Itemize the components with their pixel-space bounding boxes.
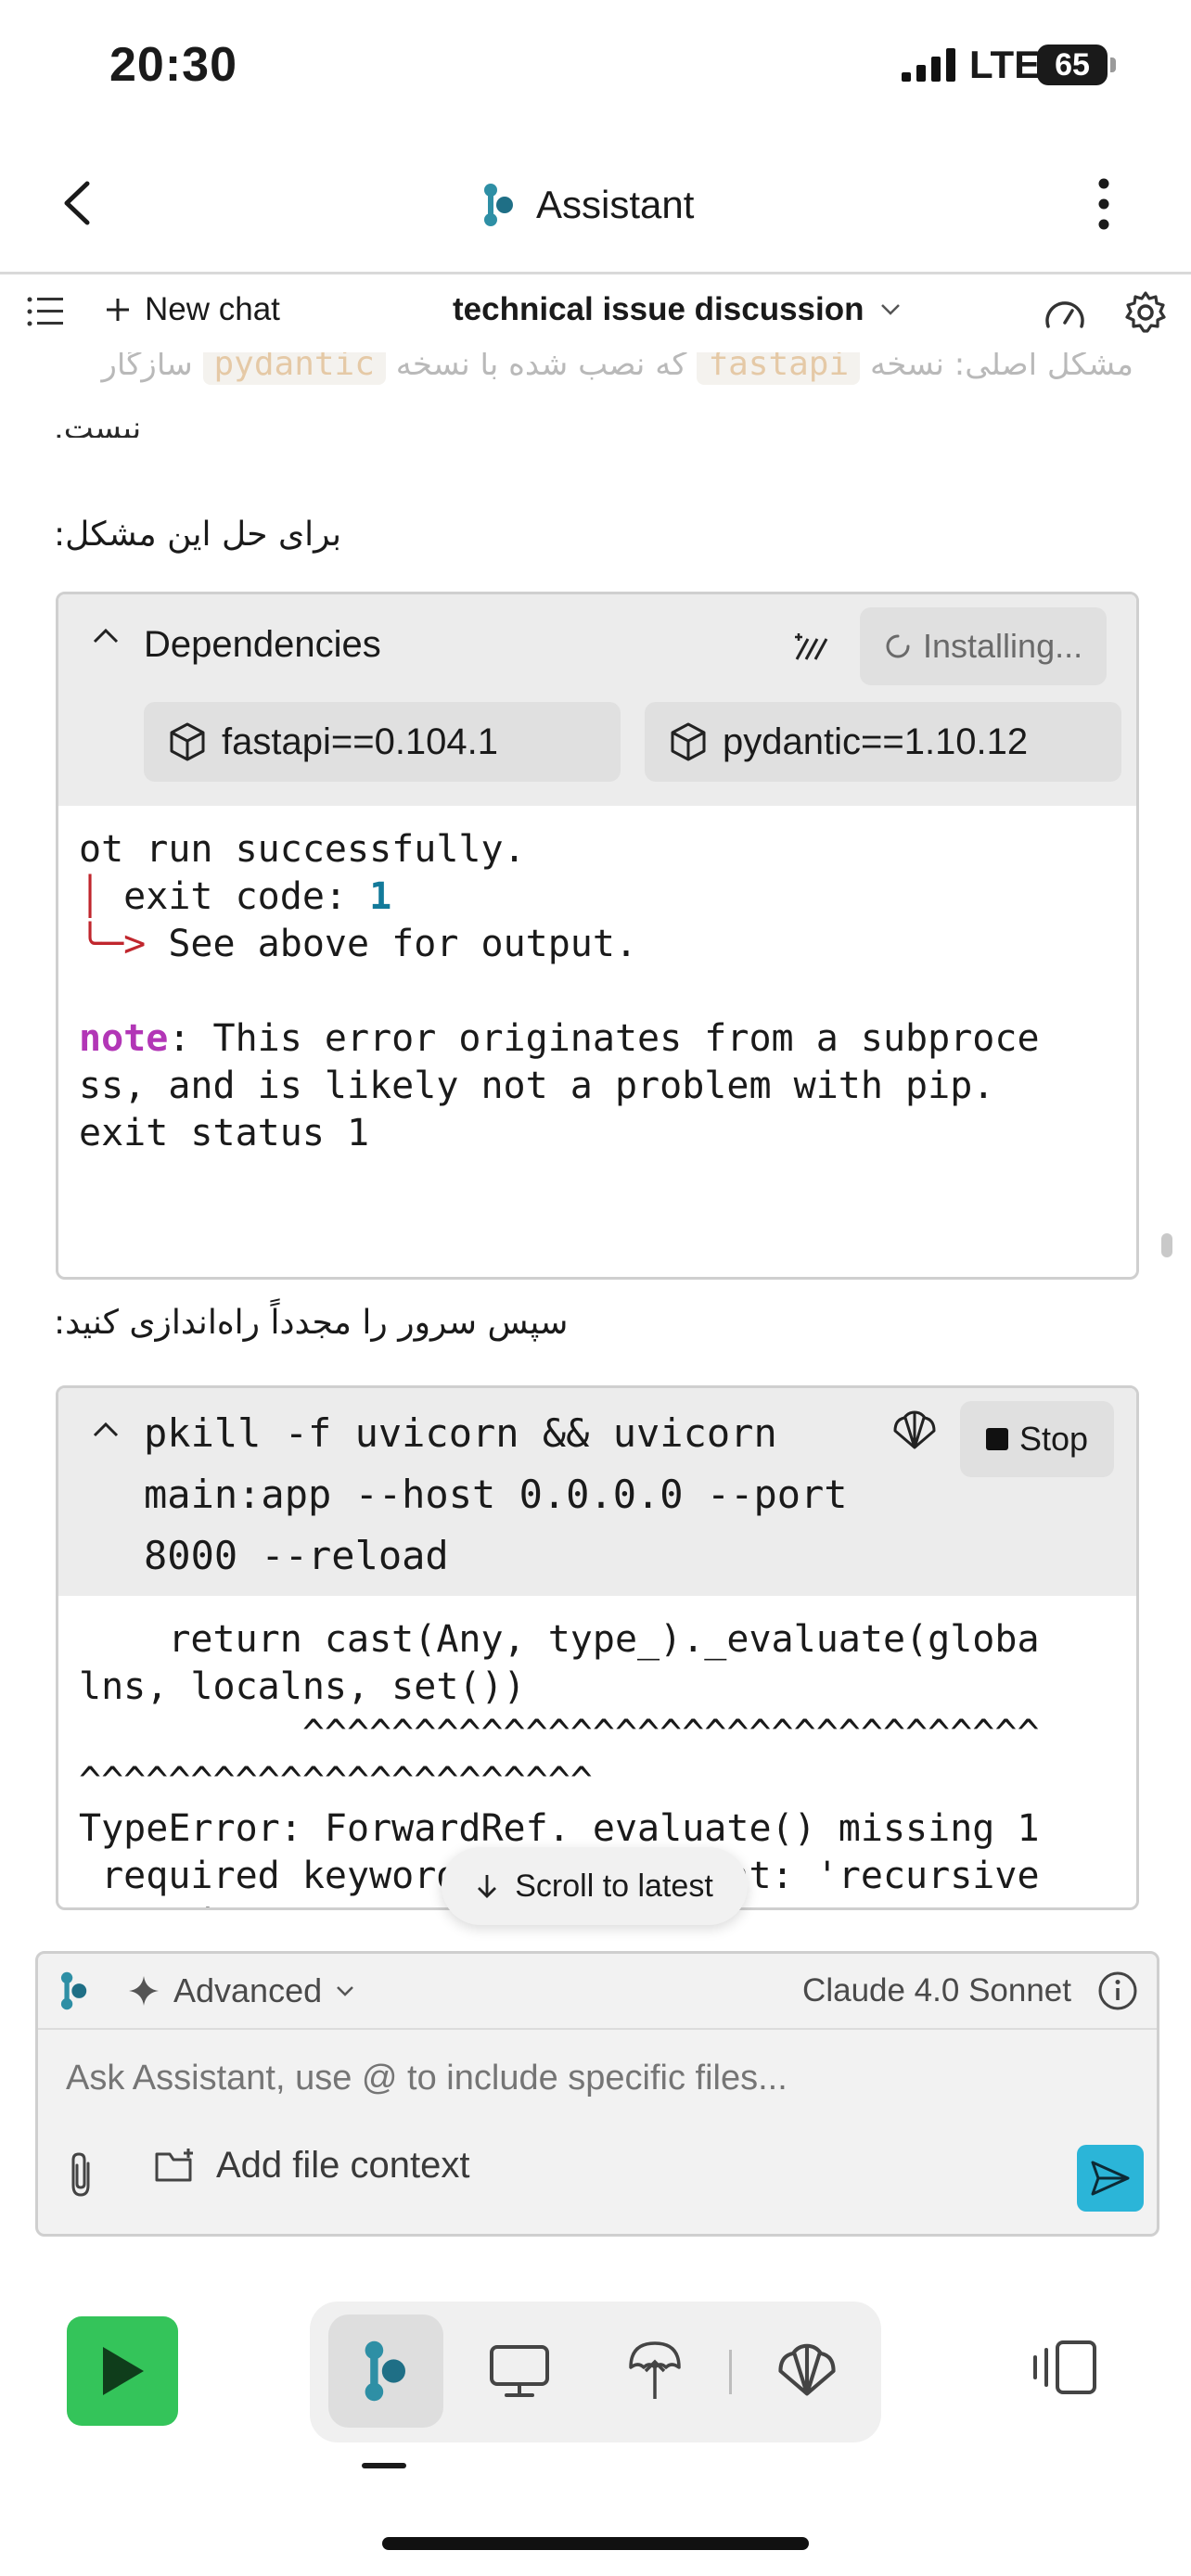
assistant-logo-icon	[60, 1971, 87, 2010]
installing-button[interactable]: Installing...	[860, 607, 1108, 685]
model-selector[interactable]: Claude 4.0 Sonnet	[802, 1972, 1071, 2009]
nav-divider	[0, 272, 1191, 274]
run-button[interactable]	[67, 2316, 178, 2426]
output-line: exit status 1	[79, 1112, 370, 1154]
chevron-down-icon	[337, 1986, 354, 1996]
cellular-signal-icon	[902, 48, 955, 82]
network-type: LTE	[969, 43, 1041, 86]
command-card: pkill -f uvicorn && uvicorn main:app --h…	[56, 1385, 1139, 1910]
output-line: See above for output.	[146, 923, 638, 965]
message-composer: Advanced Claude 4.0 Sonnet Add file cont…	[35, 1951, 1159, 2237]
play-icon	[103, 2347, 144, 2395]
battery-indicator: 65	[1037, 45, 1108, 85]
monitor-icon	[490, 2345, 549, 2397]
scrollbar-thumb[interactable]	[1161, 1233, 1172, 1257]
package-name: pydantic==1.10.12	[723, 721, 1029, 762]
tool-tabs	[310, 2302, 881, 2442]
magic-wand-icon[interactable]	[793, 630, 830, 663]
output-line: ot run successfully.	[79, 828, 526, 871]
mode-label: Advanced	[173, 1971, 323, 2009]
stop-icon	[986, 1428, 1008, 1450]
package-name: fastapi==0.104.1	[222, 721, 499, 762]
vertical-ellipsis-icon	[1098, 178, 1109, 230]
layout-toggle-button[interactable]	[1030, 2337, 1102, 2403]
composer-divider	[38, 2028, 1157, 2030]
new-chat-label: New chat	[145, 291, 280, 327]
output-line: : This error originates from a subproce	[168, 1017, 1040, 1060]
tab-deployments[interactable]	[597, 2315, 712, 2428]
output-line: exit code:	[101, 875, 370, 918]
add-file-context-button[interactable]: Add file context	[153, 2145, 470, 2187]
shell-icon	[778, 2343, 836, 2396]
plus-icon	[107, 299, 129, 321]
split-view-icon	[1033, 2340, 1096, 2394]
back-button[interactable]	[56, 171, 102, 236]
chevron-up-icon[interactable]	[92, 626, 120, 644]
shell-command: pkill -f uvicorn && uvicorn main:app --h…	[144, 1410, 848, 1578]
folder-add-icon	[155, 2148, 193, 2181]
message-input[interactable]	[64, 2058, 1107, 2099]
more-options-button[interactable]	[1085, 172, 1122, 236]
stop-label: Stop	[1019, 1420, 1089, 1458]
settings-button[interactable]	[1122, 289, 1169, 340]
assistant-logo-icon	[484, 184, 513, 226]
tab-shell[interactable]	[749, 2315, 864, 2428]
send-button[interactable]	[1077, 2145, 1144, 2212]
chevron-down-icon	[880, 304, 900, 315]
installing-label: Installing...	[923, 627, 1083, 665]
chat-title: technical issue discussion	[453, 291, 864, 327]
chevron-up-icon[interactable]	[92, 1420, 120, 1438]
command-card-header: pkill -f uvicorn && uvicorn main:app --h…	[58, 1388, 1136, 1596]
scroll-to-latest-label: Scroll to latest	[515, 1868, 713, 1904]
add-file-context-label: Add file context	[216, 2145, 470, 2186]
battery-tip	[1110, 57, 1116, 72]
dependencies-title: Dependencies	[144, 624, 381, 665]
status-time: 20:30	[109, 38, 237, 92]
tab-divider	[729, 2350, 732, 2394]
dependencies-card: Dependencies Installing... fastapi==0.10…	[56, 592, 1139, 1280]
package-chip: pydantic==1.10.12	[645, 702, 1121, 782]
new-chat-button[interactable]: New chat	[104, 291, 280, 328]
scroll-to-latest-button[interactable]: Scroll to latest	[442, 1847, 748, 1925]
message-text: برای حل این مشکل:	[54, 516, 342, 554]
info-icon[interactable]	[1097, 1970, 1138, 2011]
assistant-logo-icon	[365, 2340, 405, 2402]
deploy-icon	[629, 2341, 681, 2399]
note-label: note	[79, 1017, 169, 1060]
composer-header: Advanced Claude 4.0 Sonnet	[38, 1954, 1157, 2028]
gear-icon	[1125, 291, 1166, 333]
previous-message-text: مشکل اصلی: نسخه fastapi که نصب شده با نس…	[0, 345, 1191, 438]
package-icon	[170, 722, 205, 761]
paperclip-icon[interactable]	[62, 2150, 99, 2199]
gauge-icon	[1045, 301, 1084, 328]
message-line: نیست.	[54, 410, 142, 438]
active-tab-indicator	[362, 2463, 406, 2468]
list-icon	[27, 297, 63, 326]
page-title-group: Assistant	[482, 172, 694, 237]
package-chip: fastapi==0.104.1	[144, 702, 621, 782]
send-icon	[1091, 2161, 1130, 2196]
shell-icon[interactable]	[891, 1410, 938, 1451]
stop-button[interactable]: Stop	[960, 1401, 1115, 1477]
page-title: Assistant	[536, 183, 695, 226]
exit-code-value: 1	[369, 875, 392, 918]
tab-console[interactable]	[462, 2315, 577, 2428]
chat-history-button[interactable]	[26, 295, 65, 333]
usage-button[interactable]	[1043, 295, 1087, 337]
tab-assistant[interactable]	[328, 2315, 443, 2428]
dependencies-output: ot run successfully. │ exit code: 1 ╰─> …	[79, 828, 1040, 1154]
spinner-icon	[886, 634, 910, 658]
output-arrow: ╰─>	[79, 923, 147, 965]
package-icon	[671, 722, 706, 761]
chat-title-dropdown[interactable]: technical issue discussion	[453, 291, 902, 328]
mode-selector[interactable]: Advanced	[127, 1963, 355, 2019]
arrow-down-icon	[478, 1875, 497, 1898]
sparkle-icon	[129, 1976, 159, 2006]
home-indicator	[382, 2537, 809, 2550]
output-line: ss, and is likely not a problem with pip…	[79, 1065, 995, 1107]
dependencies-card-header: Dependencies Installing... fastapi==0.10…	[58, 594, 1136, 806]
message-text: سپس سرور را مجدداً راه‌اندازی کنید:	[54, 1304, 569, 1342]
chevron-left-icon	[64, 181, 90, 225]
